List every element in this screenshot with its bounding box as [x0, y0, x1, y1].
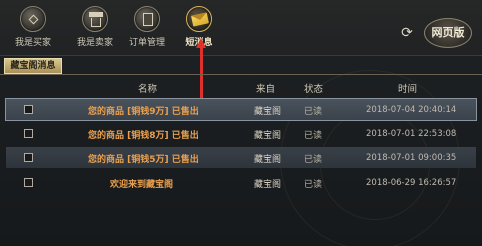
window: 我是买家 我是卖家 订单管理 短消息 ⟳ 网页版 藏宝阁消息 名称 来自 状态 … [0, 0, 482, 246]
row-time: 2018-07-04 20:40:14 [366, 105, 457, 115]
top-nav-bar: 我是买家 我是卖家 订单管理 短消息 ⟳ 网页版 [0, 0, 482, 56]
row-status: 已读 [304, 155, 323, 165]
row-from: 藏宝阁 [254, 155, 282, 165]
row-name: 您的商品 [铜钱9万] 已售出 [88, 107, 199, 117]
row-name: 欢迎来到藏宝阁 [110, 180, 174, 190]
row-status: 已读 [304, 107, 323, 117]
row-from: 藏宝阁 [254, 180, 282, 190]
row-time: 2018-07-01 09:00:35 [366, 153, 457, 163]
header-name: 名称 [138, 84, 158, 95]
row-name: 您的商品 [铜钱5万] 已售出 [88, 155, 199, 165]
refresh-icon[interactable]: ⟳ [400, 26, 414, 40]
nav-seller-label: 我是卖家 [76, 38, 113, 48]
table-header: 名称 来自 状态 时间 [0, 78, 482, 96]
row-checkbox[interactable] [24, 178, 33, 187]
row-checkbox[interactable] [24, 153, 33, 162]
tab-cangbaoge-messages[interactable]: 藏宝阁消息 [4, 58, 62, 74]
row-status: 已读 [304, 180, 323, 190]
header-time: 时间 [398, 84, 418, 95]
nav-orders[interactable]: 订单管理 [122, 6, 172, 50]
nav-buyer-label: 我是买家 [14, 38, 51, 48]
divider [0, 74, 482, 75]
web-version-button[interactable]: 网页版 [424, 18, 472, 48]
row-name: 您的商品 [铜钱8万] 已售出 [88, 131, 199, 141]
row-time: 2018-06-29 16:26:57 [366, 178, 457, 188]
row-from: 藏宝阁 [254, 107, 282, 117]
nav-buyer[interactable]: 我是买家 [8, 6, 58, 50]
order-book-icon [134, 6, 160, 32]
row-status: 已读 [304, 131, 323, 141]
nav-seller[interactable]: 我是卖家 [70, 6, 120, 50]
envelope-icon [186, 6, 212, 32]
table-row[interactable]: 您的商品 [铜钱8万] 已售出 藏宝阁 已读 2018-07-01 22:53:… [6, 123, 476, 144]
table-row[interactable]: 欢迎来到藏宝阁 藏宝阁 已读 2018-06-29 16:26:57 [6, 172, 476, 193]
header-status: 状态 [304, 84, 324, 95]
coin-icon [20, 6, 46, 32]
row-checkbox[interactable] [24, 105, 33, 114]
table-row[interactable]: 您的商品 [铜钱9万] 已售出 藏宝阁 已读 2018-07-04 20:40:… [5, 98, 477, 121]
nav-orders-label: 订单管理 [128, 38, 165, 48]
table-row[interactable]: 您的商品 [铜钱5万] 已售出 藏宝阁 已读 2018-07-01 09:00:… [6, 147, 476, 168]
shop-icon [82, 6, 108, 32]
row-checkbox[interactable] [24, 129, 33, 138]
row-from: 藏宝阁 [254, 131, 282, 141]
row-time: 2018-07-01 22:53:08 [366, 129, 457, 139]
header-from: 来自 [256, 84, 276, 95]
